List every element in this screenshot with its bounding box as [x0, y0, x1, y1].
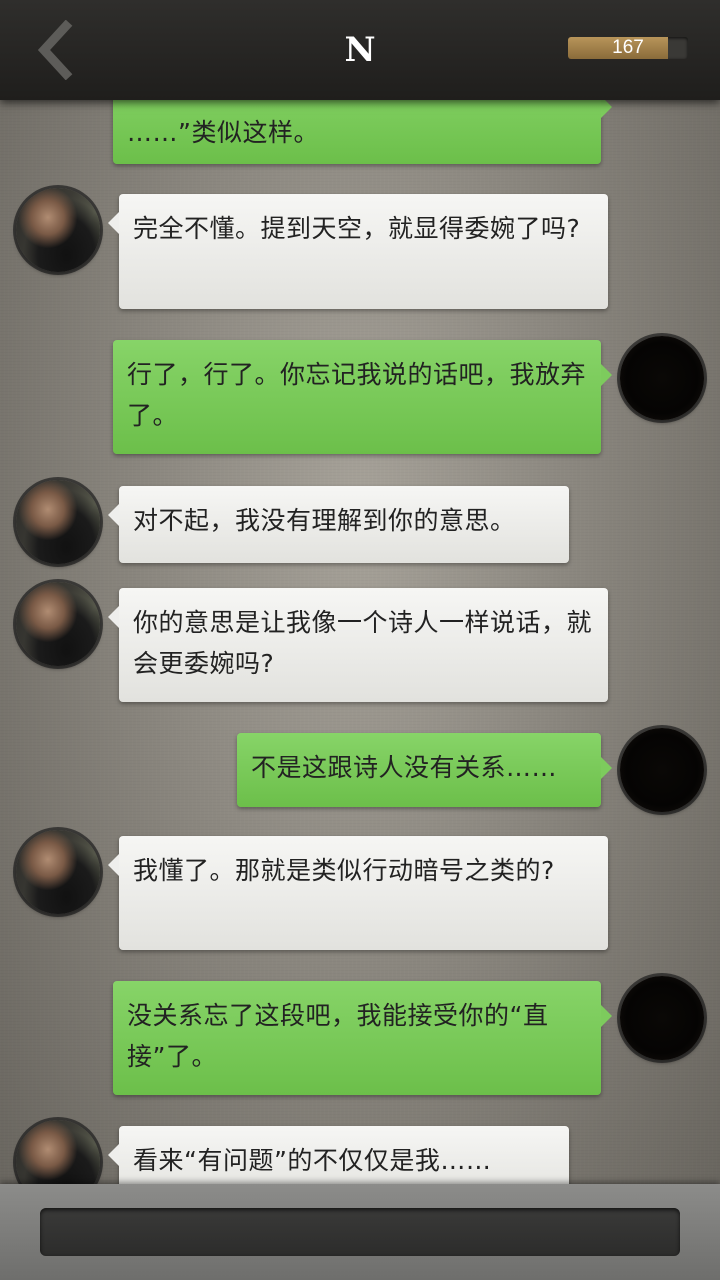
ai-avatar[interactable]: [16, 188, 100, 272]
chat-bubble[interactable]: 没关系忘了这段吧，我能接受你的“直接”了。: [113, 981, 612, 1095]
input-bar: [0, 1184, 720, 1280]
ai-avatar[interactable]: [16, 830, 100, 914]
chat-bubble[interactable]: 对不起，我没有理解到你的意思。: [108, 486, 569, 563]
back-button[interactable]: [30, 19, 80, 81]
chevron-left-icon: [37, 19, 73, 81]
message-text: 对不起，我没有理解到你的意思。: [133, 506, 516, 535]
message-text: 行了，行了。你忘记我说的话吧，我放弃了。: [127, 360, 587, 430]
user-avatar[interactable]: [620, 976, 704, 1060]
message-input[interactable]: [40, 1208, 680, 1256]
message-text: 不是这跟诗人没有关系……: [251, 753, 558, 782]
message-text: ……”类似这样。: [127, 118, 319, 147]
chat-bubble[interactable]: 完全不懂。提到天空，就显得委婉了吗?: [108, 194, 608, 309]
message-text: 没关系忘了这段吧，我能接受你的“直接”了。: [127, 1001, 549, 1071]
score-value: 167: [612, 37, 644, 58]
chat-bubble[interactable]: 你的意思是让我像一个诗人一样说话，就会更委婉吗?: [108, 588, 608, 702]
user-avatar[interactable]: [620, 728, 704, 812]
message-text: 看来“有问题”的不仅仅是我……: [133, 1146, 492, 1175]
message-text: 我懂了。那就是类似行动暗号之类的?: [133, 856, 555, 885]
message-text: 完全不懂。提到天空，就显得委婉了吗?: [133, 214, 581, 243]
message-text: 你的意思是让我像一个诗人一样说话，就会更委婉吗?: [133, 608, 593, 678]
chat-bubble[interactable]: 我懂了。那就是类似行动暗号之类的?: [108, 836, 608, 950]
ai-avatar[interactable]: [16, 582, 100, 666]
top-bar: N 167: [0, 0, 720, 100]
user-avatar[interactable]: [620, 336, 704, 420]
ai-avatar[interactable]: [16, 480, 100, 564]
chat-bubble[interactable]: 行了，行了。你忘记我说的话吧，我放弃了。: [113, 340, 612, 454]
chat-bubble[interactable]: 不是这跟诗人没有关系……: [237, 733, 612, 807]
score-meter: 167: [568, 37, 688, 59]
